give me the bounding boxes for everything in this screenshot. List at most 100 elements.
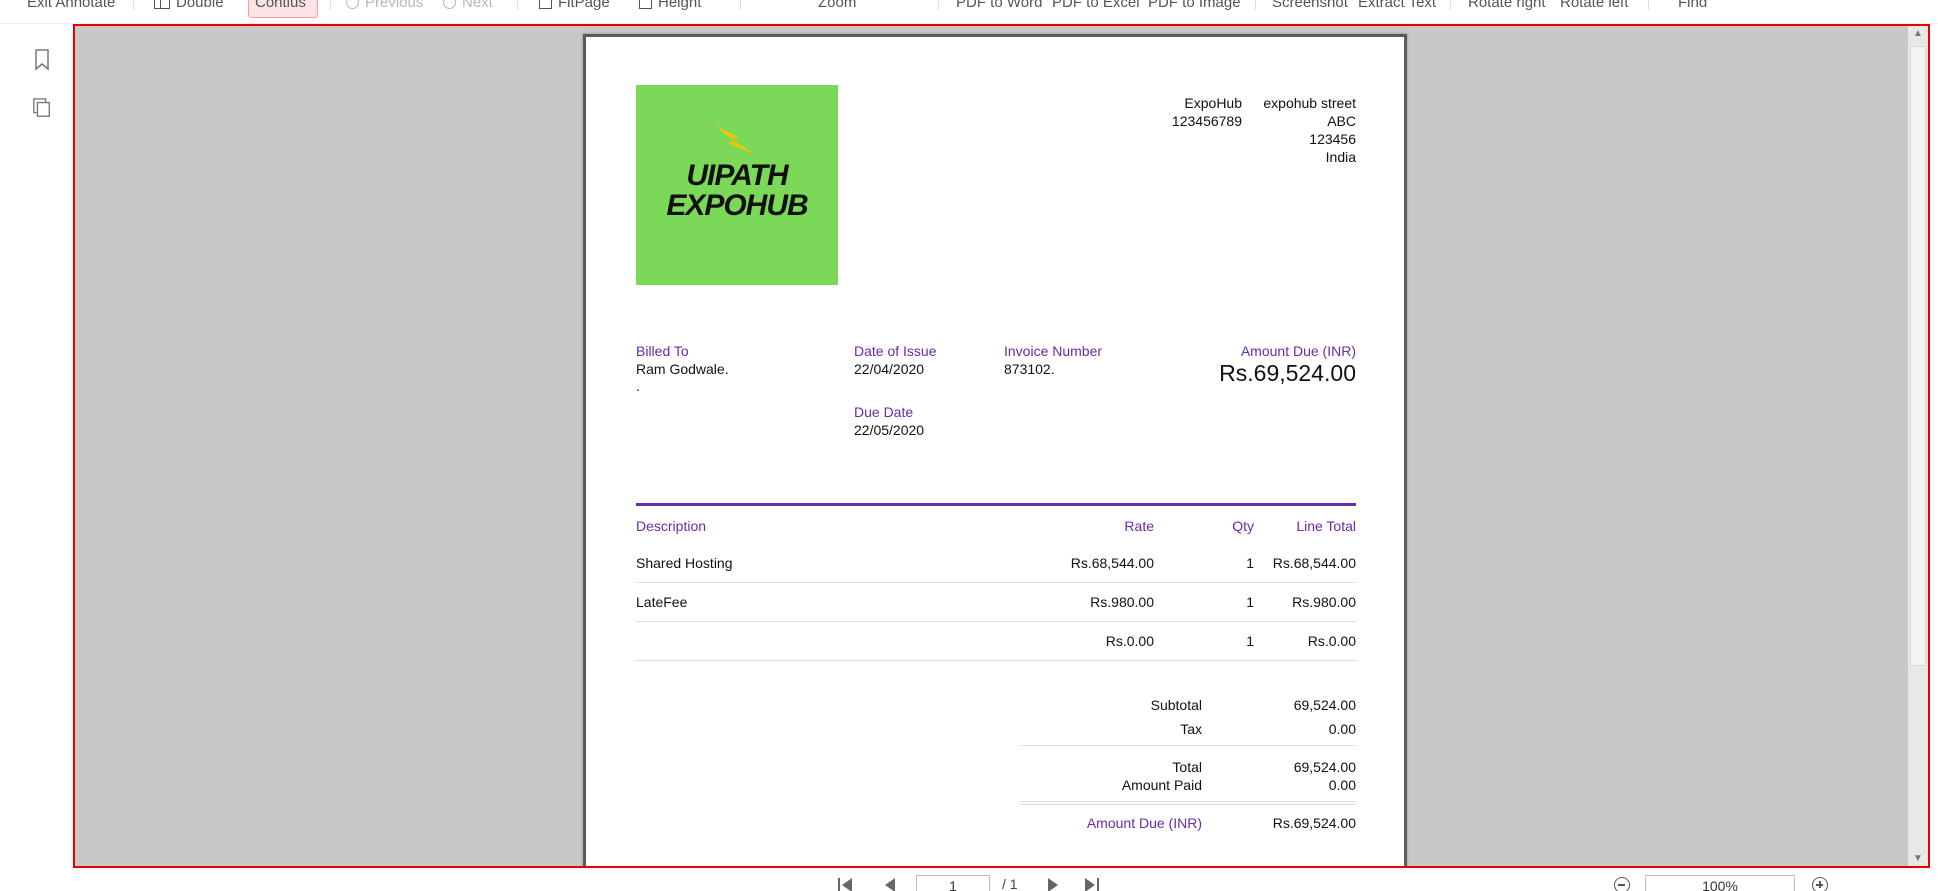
exit-annotate-button[interactable]: Exit Annotate	[27, 0, 115, 11]
scroll-down-icon[interactable]: ▼	[1913, 853, 1923, 864]
column-rate: Rate	[1124, 518, 1154, 534]
invoice-number-value: 873102.	[1004, 361, 1055, 377]
item-description: LateFee	[636, 594, 688, 610]
next-icon	[443, 0, 456, 9]
page-number-input[interactable]: 1	[916, 875, 990, 891]
item-rate: Rs.0.00	[1105, 633, 1154, 649]
height-button[interactable]: Height	[639, 0, 701, 11]
zoom-label: Zoom	[818, 0, 857, 11]
item-total: Rs.0.00	[1307, 633, 1356, 649]
last-page-icon[interactable]	[1083, 876, 1101, 891]
amount-paid-value: 0.00	[1328, 777, 1356, 793]
extract-text-label: Extract Text	[1358, 0, 1437, 11]
scroll-up-icon[interactable]: ▲	[1913, 28, 1923, 39]
previous-button[interactable]: Previous	[346, 0, 423, 11]
billed-to-label: Billed To	[636, 343, 689, 359]
billed-to-name: Ram Godwale.	[636, 361, 729, 377]
item-qty: 1	[1246, 633, 1254, 649]
total-label: Total	[1172, 759, 1202, 775]
company-street: expohub street	[1263, 95, 1356, 111]
pdf-to-word-label: PDF to Word	[956, 0, 1043, 11]
column-description: Description	[636, 518, 707, 534]
fitpage-label: FitPage	[558, 0, 610, 11]
previous-icon	[346, 0, 359, 9]
item-qty: 1	[1246, 555, 1254, 571]
previous-page-icon[interactable]	[881, 876, 899, 891]
rotate-left-button[interactable]: Rotate left	[1560, 0, 1628, 11]
amount-paid-label: Amount Paid	[1121, 777, 1202, 793]
due-date-value: 22/05/2020	[854, 422, 925, 438]
item-qty: 1	[1246, 594, 1254, 610]
company-city: ABC	[1327, 113, 1356, 129]
fitpage-icon	[539, 0, 552, 9]
next-page-icon[interactable]	[1044, 876, 1062, 891]
rotate-left-label: Rotate left	[1560, 0, 1629, 11]
table-top-divider	[636, 503, 1356, 506]
toolbar-divider	[1648, 0, 1649, 10]
toolbar-divider	[740, 0, 741, 10]
first-page-icon[interactable]	[836, 876, 854, 891]
zoom-out-icon[interactable]	[1614, 877, 1630, 891]
next-button[interactable]: Next	[443, 0, 493, 11]
bookmark-icon[interactable]	[32, 48, 52, 72]
find-button[interactable]: Find	[1678, 0, 1707, 11]
total-value: 69,524.00	[1293, 759, 1356, 775]
item-rate: Rs.980.00	[1090, 594, 1154, 610]
toolbar-divider	[938, 0, 939, 10]
fit-height-icon	[639, 0, 652, 9]
date-of-issue-value: 22/04/2020	[854, 361, 925, 377]
left-sidebar	[0, 24, 73, 869]
logo-text: UIPATH EXPOHUB	[636, 161, 838, 221]
previous-label: Previous	[365, 0, 424, 11]
amount-due-value: Rs.69,524.00	[1219, 360, 1356, 386]
vertical-scrollbar[interactable]: ▲ ▼	[1908, 26, 1928, 866]
pdf-to-image-label: PDF to Image	[1148, 0, 1241, 11]
document-viewer[interactable]: UIPATH EXPOHUB ExpoHub 123456789 expohub…	[73, 24, 1930, 868]
summary-divider	[1020, 745, 1356, 746]
screenshot-label: Screenshot	[1272, 0, 1348, 11]
fitpage-button[interactable]: FitPage	[539, 0, 610, 11]
continuous-label: Contius	[255, 0, 306, 11]
height-label: Height	[658, 0, 702, 11]
zoom-in-icon[interactable]	[1812, 877, 1828, 891]
rotate-right-label: Rotate right	[1468, 0, 1546, 11]
invoice-number-label: Invoice Number	[1004, 343, 1103, 359]
row-divider	[636, 582, 1356, 583]
billed-to-line2: .	[636, 378, 640, 394]
pdf-to-excel-label: PDF to Excel	[1052, 0, 1140, 11]
double-page-button[interactable]: Double	[154, 0, 224, 11]
scrollbar-thumb[interactable]	[1910, 46, 1926, 666]
due-date-label: Due Date	[854, 404, 914, 420]
page-navigation-bar: 1 / 1 100%	[0, 868, 1938, 891]
pdf-to-excel-button[interactable]: PDF to Excel	[1052, 0, 1140, 11]
pdf-page: UIPATH EXPOHUB ExpoHub 123456789 expohub…	[583, 34, 1407, 866]
column-line-total: Line Total	[1296, 518, 1356, 534]
total-pages: / 1	[1002, 876, 1018, 891]
amount-due-label: Amount Due (INR)	[1240, 343, 1356, 359]
toolbar-divider	[330, 0, 331, 10]
row-divider	[636, 660, 1356, 661]
double-label: Double	[176, 0, 224, 11]
pdf-to-image-button[interactable]: PDF to Image	[1148, 0, 1241, 11]
item-total: Rs.68,544.00	[1272, 555, 1356, 571]
exit-annotate-label: Exit Annotate	[27, 0, 116, 11]
toolbar-divider	[133, 0, 134, 10]
extract-text-button[interactable]: Extract Text	[1358, 0, 1436, 11]
rotate-right-button[interactable]: Rotate right	[1468, 0, 1546, 11]
continuous-button[interactable]: Contius	[255, 0, 306, 11]
item-total: Rs.980.00	[1292, 594, 1356, 610]
toolbar-divider	[1255, 0, 1256, 10]
pdf-to-word-button[interactable]: PDF to Word	[956, 0, 1042, 11]
pages-icon[interactable]	[32, 96, 52, 120]
item-rate: Rs.68,544.00	[1070, 555, 1154, 571]
toolbar: Exit Annotate Double Contius Previous Ne…	[0, 0, 1938, 22]
company-country: India	[1325, 149, 1356, 165]
logo-line2: EXPOHUB	[666, 189, 808, 222]
screenshot-button[interactable]: Screenshot	[1272, 0, 1348, 11]
zoom-level-input[interactable]: 100%	[1645, 875, 1795, 891]
logo-line1: UIPATH	[686, 159, 788, 192]
summary-divider	[1020, 804, 1356, 805]
tax-value: 0.00	[1328, 721, 1356, 737]
zoom-button[interactable]: Zoom	[818, 0, 856, 11]
subtotal-value: 69,524.00	[1293, 697, 1356, 713]
